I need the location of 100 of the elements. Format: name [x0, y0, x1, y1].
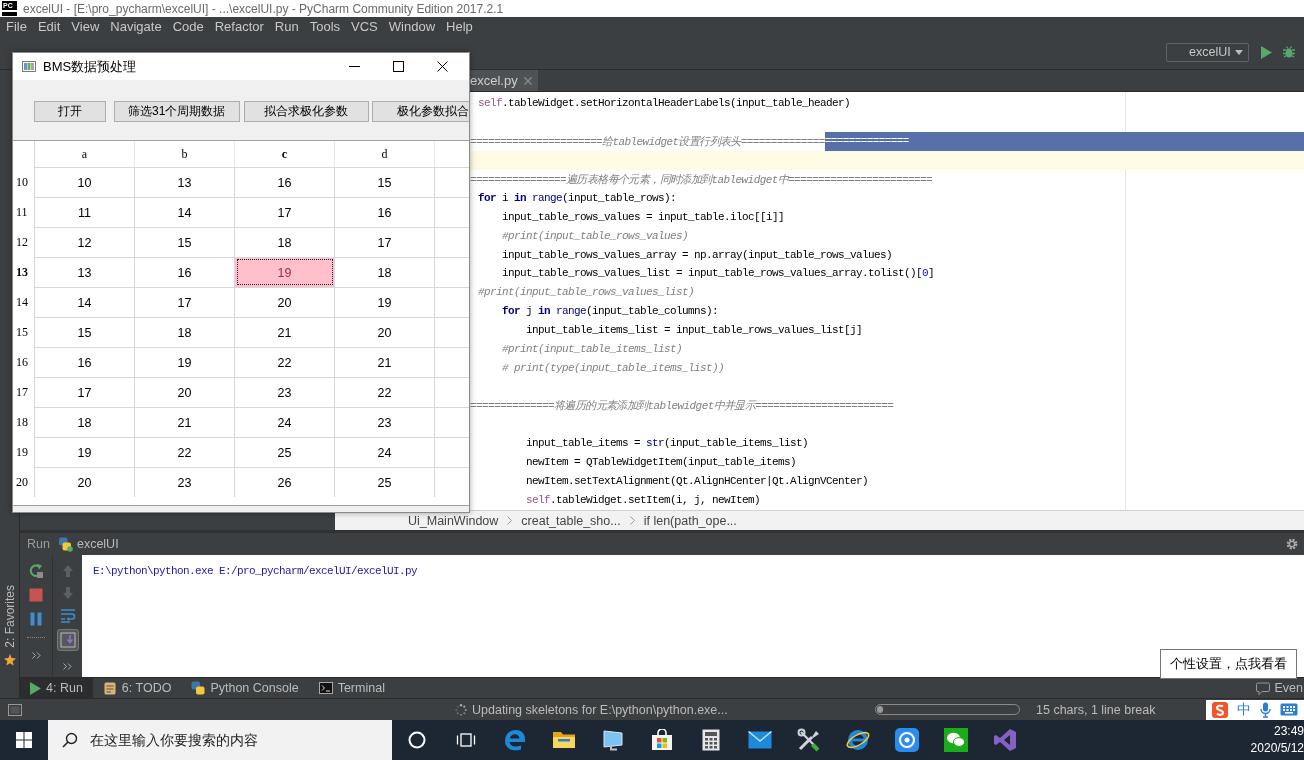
column-header[interactable]: c	[235, 141, 335, 167]
star-icon	[3, 654, 16, 666]
bug-icon[interactable]	[1282, 45, 1296, 59]
maximize-icon[interactable]	[393, 61, 404, 72]
tool-window-tab[interactable]: Python Console	[181, 678, 309, 698]
e-logo-icon[interactable]	[502, 728, 527, 752]
dialog-button[interactable]: 打开	[34, 101, 106, 122]
speech-bubble-icon	[1255, 681, 1270, 695]
table-cell: 12	[35, 227, 135, 257]
tool-window-tab[interactable]: 4: Run	[20, 678, 93, 698]
dialog-button[interactable]: 极化参数拟合	[372, 101, 469, 122]
row-header[interactable]: 14	[13, 287, 35, 317]
window-icon	[22, 61, 36, 72]
table-cell: 20	[135, 377, 235, 407]
table-cell: 25	[235, 437, 335, 467]
menu-item[interactable]: Run	[274, 18, 299, 34]
pause-icon[interactable]	[28, 611, 44, 627]
play-icon[interactable]	[1261, 45, 1272, 59]
table-cell: 14	[35, 287, 135, 317]
soft-wrap-icon[interactable]	[59, 607, 76, 623]
row-header[interactable]: 19	[13, 437, 35, 467]
row-header[interactable]: 10	[13, 167, 35, 197]
close-icon[interactable]	[437, 61, 448, 72]
tools-icon[interactable]	[796, 728, 821, 752]
table-cell: 17	[35, 377, 135, 407]
menu-item[interactable]: VCS	[351, 18, 378, 34]
menu-item[interactable]: Tools	[309, 18, 341, 34]
input-method-icon[interactable]	[1212, 701, 1228, 718]
column-header[interactable]: b	[135, 141, 235, 167]
menu-item[interactable]: Refactor	[214, 18, 264, 34]
table-cell: 17	[235, 197, 335, 227]
e-orbit-icon[interactable]	[844, 728, 871, 752]
monitor-icon[interactable]	[600, 729, 625, 751]
circle-icon[interactable]	[407, 731, 426, 749]
menu-item[interactable]: View	[71, 18, 100, 34]
dialog-button[interactable]: 拟合求极化参数	[243, 101, 369, 122]
breadcrumb-item[interactable]: creat_table_sho...	[521, 513, 621, 528]
favorites-tab[interactable]: 2: Favorites	[2, 585, 17, 666]
table-cell: 13	[135, 167, 235, 197]
breadcrumb-item[interactable]: if len(path_ope...	[643, 513, 737, 528]
calculator-icon[interactable]	[701, 729, 720, 751]
row-header[interactable]: 16	[13, 347, 35, 377]
table-cell: 21	[135, 407, 235, 437]
run-config-dropdown[interactable]: excelUI	[1166, 42, 1249, 62]
table-cell: 21	[235, 317, 335, 347]
row-header[interactable]: 12	[13, 227, 35, 257]
double-chevron-icon[interactable]	[63, 663, 72, 670]
clock-date[interactable]: 2020/5/12	[1250, 740, 1304, 757]
envelope-icon[interactable]	[747, 731, 772, 749]
menu-item[interactable]: Code	[172, 18, 204, 34]
folder-icon[interactable]	[551, 730, 576, 750]
menu-item[interactable]: Edit	[37, 18, 61, 34]
search-field[interactable]: 在这里输入你要搜索的内容	[48, 720, 392, 760]
chat-bubbles-icon[interactable]	[943, 728, 968, 752]
column-header[interactable]: a	[35, 141, 135, 167]
table-cell: 11	[35, 197, 135, 227]
breadcrumb-item[interactable]: Ui_MainWindow	[408, 513, 499, 528]
table-cell: 16	[35, 347, 135, 377]
play-icon	[30, 681, 41, 695]
row-header[interactable]: 11	[13, 197, 35, 227]
event-log-button[interactable]: Even	[1255, 678, 1304, 698]
menu-item[interactable]: Window	[388, 18, 436, 34]
ring-app-icon[interactable]	[894, 728, 919, 752]
row-header[interactable]: 15	[13, 317, 35, 347]
row-header[interactable]: 20	[13, 467, 35, 497]
rerun-icon[interactable]	[28, 563, 44, 579]
task-view-icon[interactable]	[455, 732, 476, 748]
table-cell: 22	[335, 377, 435, 407]
table-cell: 20	[35, 467, 135, 497]
code-line: #print(input_table_rows_values_list)	[478, 286, 695, 299]
microphone-icon[interactable]	[1260, 701, 1271, 718]
double-chevron-icon[interactable]	[31, 652, 41, 659]
code-line: input_table_items = str(input_table_items_list)	[526, 437, 809, 450]
row-header[interactable]: 18	[13, 407, 35, 437]
code-line: self.tableWidget.setItem(i, j, newItem)	[526, 494, 761, 507]
square-frame-icon[interactable]	[8, 703, 22, 716]
scroll-to-end-icon[interactable]	[56, 629, 79, 651]
row-header[interactable]: 13	[13, 257, 35, 287]
table-cell: 22	[235, 347, 335, 377]
menu-item[interactable]: File	[6, 18, 27, 34]
dialog-button[interactable]: 筛选31个周期数据	[113, 101, 240, 122]
tool-window-tab[interactable]: 6: TODO	[92, 678, 182, 698]
settings-icon[interactable]	[1286, 538, 1298, 550]
table-cell: 17	[135, 287, 235, 317]
clock-time[interactable]: 23:49	[1273, 723, 1304, 740]
four-squares-icon[interactable]	[16, 732, 32, 748]
shopping-bag-icon[interactable]	[650, 729, 673, 751]
table-cell: 15	[35, 317, 135, 347]
menu-item[interactable]: Help	[446, 18, 473, 34]
menu-item[interactable]: Navigate	[110, 18, 162, 34]
status-message: Updating skeletons for E:\python\python.exe...	[472, 702, 728, 717]
keyboard-icon[interactable]	[1280, 703, 1298, 716]
ribbon-app-icon[interactable]	[992, 728, 1017, 752]
tool-window-tab[interactable]: Terminal	[308, 678, 395, 698]
row-header[interactable]: 17	[13, 377, 35, 407]
input-mode-indicator[interactable]: 中	[1237, 700, 1251, 719]
column-header[interactable]: d	[335, 141, 435, 167]
stop-icon[interactable]	[28, 587, 44, 603]
panel-title: Run	[27, 537, 50, 551]
caret-info[interactable]: 15 chars, 1 line break	[1036, 702, 1156, 717]
